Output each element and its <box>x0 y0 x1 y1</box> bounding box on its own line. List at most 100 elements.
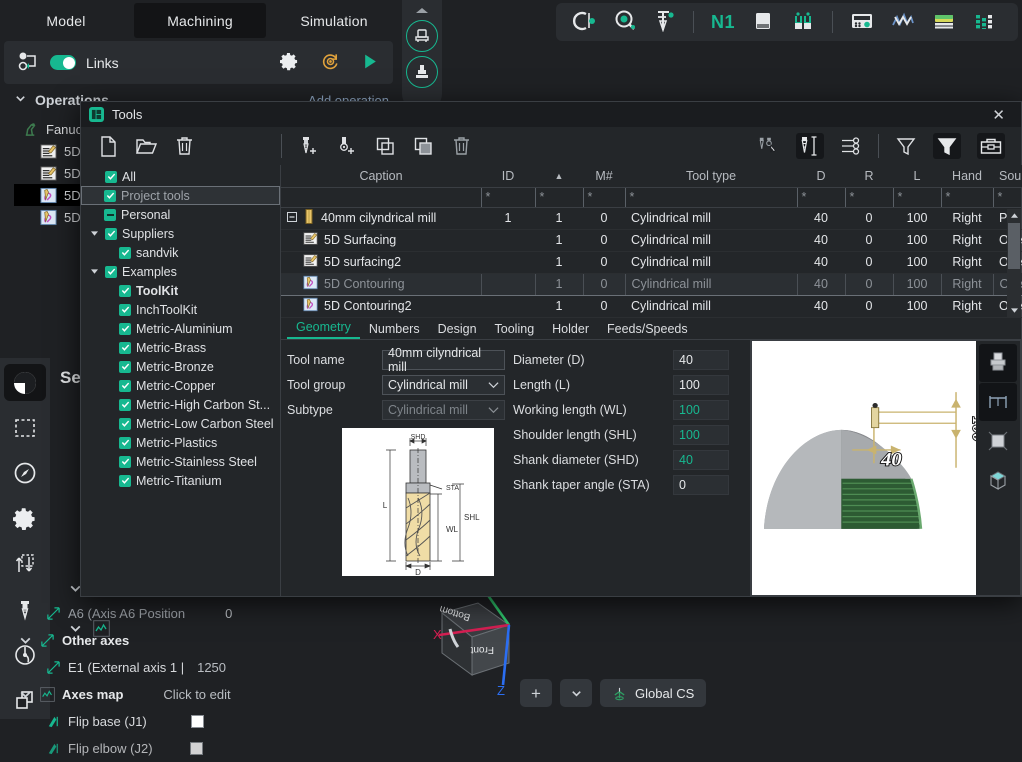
rail-transform-button[interactable] <box>4 546 46 583</box>
checkbox-metric-aluminium[interactable] <box>119 323 131 335</box>
post-processor-icon[interactable] <box>791 10 815 35</box>
tab-design[interactable]: Design <box>429 320 486 339</box>
table-row[interactable]: 5D Surfacing 1 0 Cylindrical mill 40 0 1… <box>281 229 1022 251</box>
lib-node-inchtoolkit[interactable]: InchToolKit <box>81 300 280 319</box>
cs-dropdown-button[interactable] <box>560 679 592 707</box>
lib-node-metric-brass[interactable]: Metric-Brass <box>81 338 280 357</box>
new-file-icon[interactable] <box>97 135 119 157</box>
funnel-icon[interactable] <box>895 135 917 157</box>
link-nodes-icon[interactable] <box>18 51 40 74</box>
scrollbar-thumb[interactable] <box>1008 223 1020 269</box>
checkbox-project-tools[interactable] <box>104 190 116 202</box>
col-d[interactable]: D <box>797 165 845 187</box>
add-cs-button[interactable]: + <box>520 679 552 707</box>
holder-view-icon[interactable] <box>979 344 1017 382</box>
tab-geometry[interactable]: Geometry <box>287 318 360 339</box>
program-number-label[interactable]: N1 <box>711 12 735 33</box>
filter-hand[interactable]: * <box>941 187 993 207</box>
controller-icon[interactable] <box>850 10 874 35</box>
rail-shading-button[interactable] <box>4 364 46 401</box>
close-icon[interactable]: ✕ <box>984 106 1013 124</box>
filter-caption[interactable] <box>281 187 481 207</box>
copy-icon[interactable] <box>374 135 396 157</box>
document-icon[interactable] <box>752 10 774 35</box>
lib-node-examples[interactable]: Examples <box>81 262 280 281</box>
checkbox-metric-low-carbon-steel[interactable] <box>119 418 131 430</box>
col-source[interactable]: Source <box>993 165 1022 187</box>
tree-row-e1[interactable]: E1 (External axis 1 | 1250 <box>18 654 348 681</box>
lib-node-metric-low-carbon-steel[interactable]: Metric-Low Carbon Steel <box>81 414 280 433</box>
holder-button[interactable] <box>406 20 438 52</box>
toolpath-graph-icon[interactable] <box>891 10 915 35</box>
subtype-select[interactable]: Cylindrical mill <box>382 400 505 420</box>
scroll-up-icon[interactable] <box>1007 209 1021 221</box>
rail-selection-button[interactable] <box>4 409 46 446</box>
rail-compass-button[interactable] <box>4 455 46 492</box>
table-row[interactable]: 5D Contouring 1 0 Cylindrical mill 40 0 … <box>281 273 1022 295</box>
checkbox-metric-plastics[interactable] <box>119 437 131 449</box>
tree-row-other-axes[interactable]: Other axes <box>18 627 348 654</box>
table-row[interactable]: 5D surfacing2 1 0 Cylindrical mill 40 0 … <box>281 251 1022 273</box>
col-r[interactable]: R <box>845 165 893 187</box>
param-input-diameter[interactable]: 40 <box>673 350 729 370</box>
tool-params-icon[interactable] <box>840 135 862 157</box>
open-folder-icon[interactable] <box>135 135 157 157</box>
filter-d[interactable]: * <box>797 187 845 207</box>
shaded-view-icon[interactable] <box>979 422 1017 460</box>
checkbox-metric-high-carbon-steel[interactable] <box>119 399 131 411</box>
table-filter-row[interactable]: * * * * * * * * * <box>281 187 1022 207</box>
param-input-shank-diameter[interactable]: 40 <box>673 450 729 470</box>
tools-dialog-titlebar[interactable]: Tools ✕ <box>81 102 1021 127</box>
clamp-icon[interactable] <box>572 10 596 35</box>
checkbox-suppliers[interactable] <box>105 228 117 240</box>
checkbox-examples[interactable] <box>105 266 117 278</box>
lib-node-metric-aluminium[interactable]: Metric-Aluminium <box>81 319 280 338</box>
lib-node-toolkit[interactable]: ToolKit <box>81 281 280 300</box>
lib-node-suppliers[interactable]: Suppliers <box>81 224 280 243</box>
scroll-down-icon[interactable] <box>1007 305 1021 317</box>
chevron-down-icon[interactable] <box>89 268 100 275</box>
lib-node-metric-titanium[interactable]: Metric-Titanium <box>81 471 280 490</box>
table-row[interactable]: 5D Contouring2 1 0 Cylindrical mill 40 0… <box>281 295 1022 317</box>
toolbox-icon[interactable] <box>977 133 1005 159</box>
measure-tool-icon[interactable] <box>796 133 824 159</box>
tool-3d-preview[interactable]: 40 100 <box>751 340 1021 597</box>
delete-tool-icon[interactable] <box>450 135 472 157</box>
col-l[interactable]: L <box>893 165 941 187</box>
tree-row-a6[interactable]: A6 (Axis A6 Position 0 <box>18 600 348 627</box>
lib-node-metric-plastics[interactable]: Metric-Plastics <box>81 433 280 452</box>
col-caption[interactable]: Caption <box>281 165 481 187</box>
checkbox-flip-base[interactable] <box>191 715 204 728</box>
add-mill-tool-icon[interactable] <box>298 135 320 157</box>
rotate-refresh-icon[interactable] <box>321 52 340 74</box>
checkbox-metric-brass[interactable] <box>119 342 131 354</box>
checkbox-sandvik[interactable] <box>119 247 131 259</box>
viewport-3d[interactable]: Bottom Front Y X Z + Global CS <box>398 585 1022 719</box>
dimension-view-icon[interactable] <box>979 383 1017 421</box>
table-row[interactable]: 40mm cilyndrical mill 1 1 0 Cylindrical … <box>281 207 1022 229</box>
param-input-shoulder-length[interactable]: 100 <box>673 425 729 445</box>
checkbox-metric-copper[interactable] <box>119 380 131 392</box>
col-m-number[interactable]: M# <box>583 165 625 187</box>
checkbox-metric-stainless-steel[interactable] <box>119 456 131 468</box>
tree-row-flip-base[interactable]: Flip base (J1) <box>18 708 348 735</box>
tab-tooling[interactable]: Tooling <box>486 320 544 339</box>
global-cs-selector[interactable]: Global CS <box>600 679 706 707</box>
tab-holder[interactable]: Holder <box>543 320 598 339</box>
checkbox-metric-titanium[interactable] <box>119 475 131 487</box>
filter-l[interactable]: * <box>893 187 941 207</box>
col-sort[interactable]: ▲ <box>535 165 583 187</box>
caliper-icon[interactable] <box>654 10 676 35</box>
play-icon[interactable] <box>362 53 379 73</box>
lib-node-all[interactable]: All <box>81 167 280 186</box>
lib-node-metric-bronze[interactable]: Metric-Bronze <box>81 357 280 376</box>
lib-node-metric-copper[interactable]: Metric-Copper <box>81 376 280 395</box>
table-scrollbar[interactable] <box>1007 209 1021 318</box>
col-hand[interactable]: Hand <box>941 165 993 187</box>
filter-source[interactable]: * <box>993 187 1022 207</box>
tool-group-select[interactable]: Cylindrical mill <box>382 375 505 395</box>
stock-material-icon[interactable] <box>932 10 956 35</box>
tab-model[interactable]: Model <box>0 0 132 41</box>
lib-node-project-tools[interactable]: Project tools <box>81 186 280 205</box>
checkbox-flip-elbow[interactable] <box>190 742 203 755</box>
